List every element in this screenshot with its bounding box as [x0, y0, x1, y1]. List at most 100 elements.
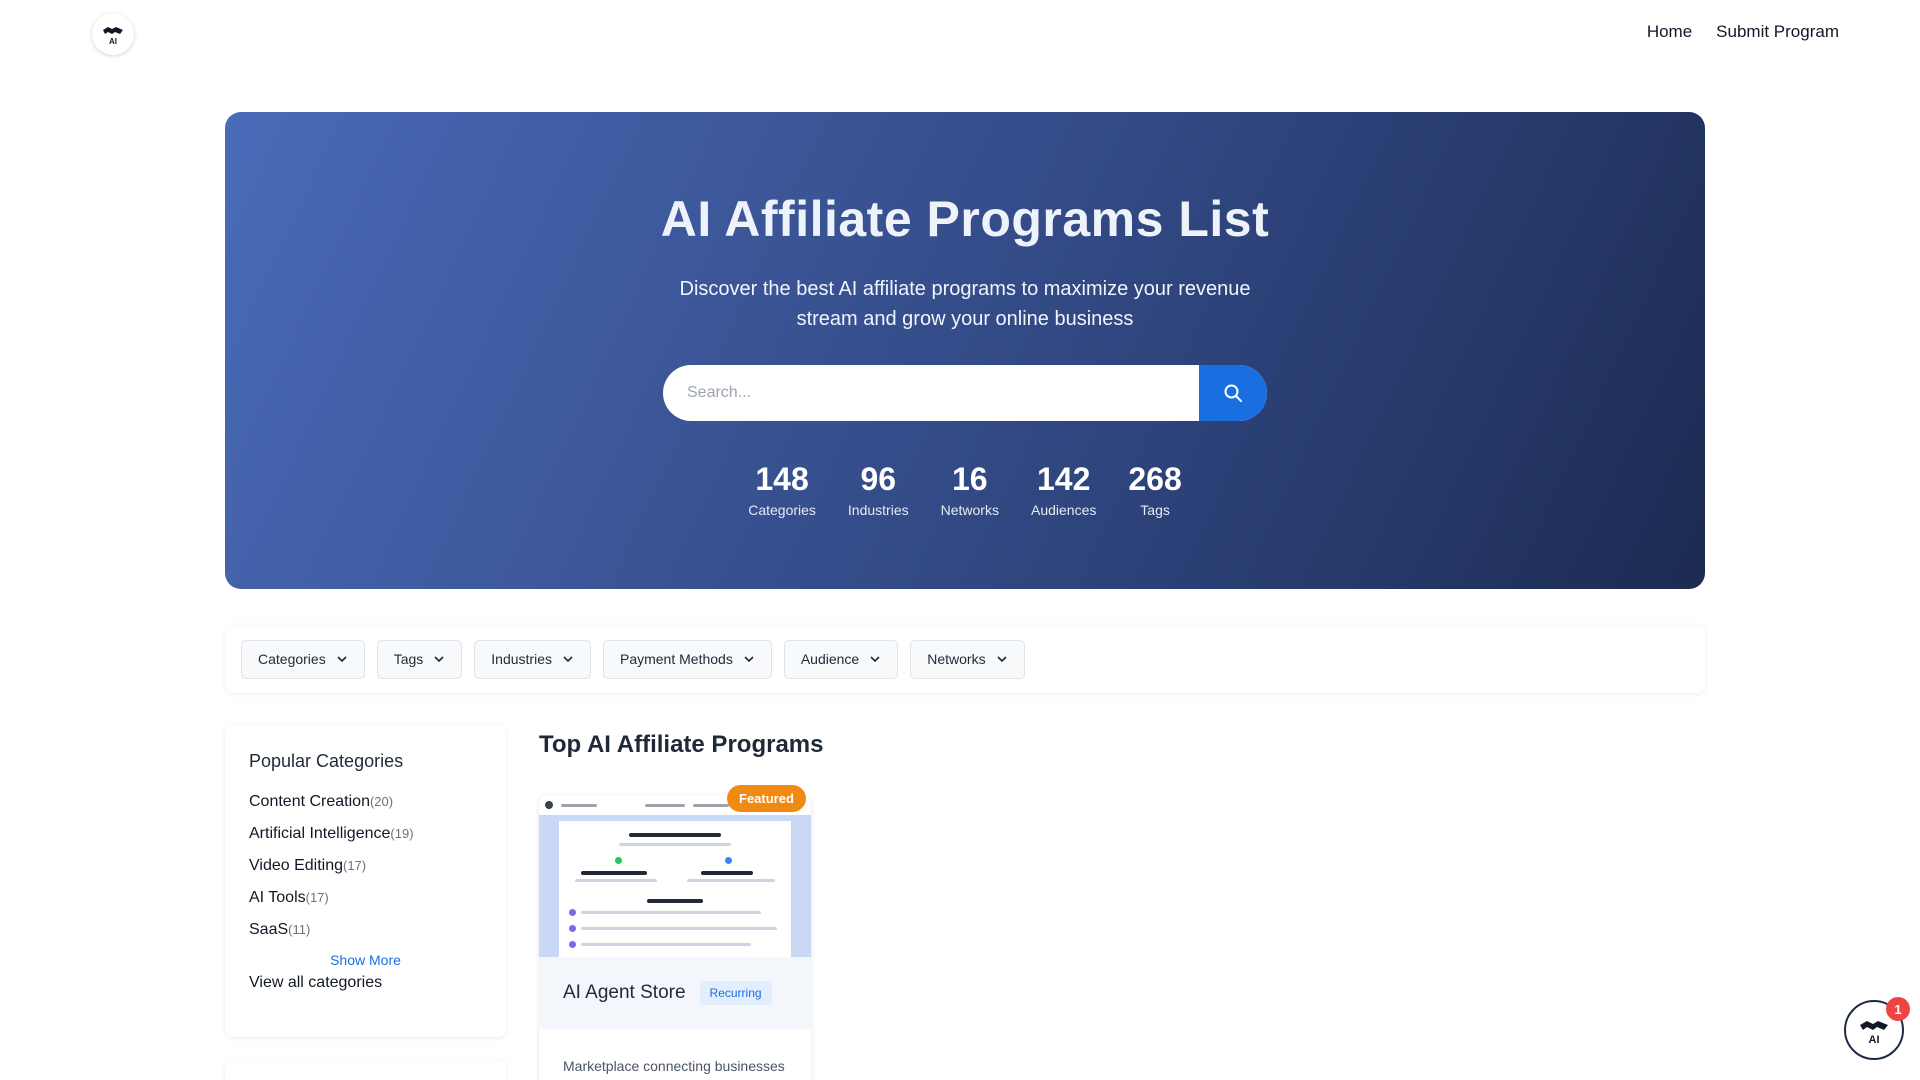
card-header: AI Agent Store Recurring — [539, 957, 811, 1029]
panel-title: Popular Categories — [249, 751, 404, 771]
stat-value: 96 — [860, 461, 897, 497]
filter-audience-dropdown[interactable]: Audience — [783, 639, 899, 679]
nav-home-link[interactable]: Home — [1647, 22, 1692, 42]
stat-value: 16 — [952, 461, 988, 497]
category-name: Video Editing — [249, 857, 343, 874]
stat-label: Tags — [1140, 502, 1170, 518]
stat-value: 268 — [1128, 461, 1182, 497]
category-name: Artificial Intelligence — [249, 825, 391, 842]
category-count: (17) — [343, 858, 367, 873]
stat-industries: 96 Industries — [848, 460, 909, 518]
secondary-sidebar-panel — [225, 1060, 506, 1080]
filter-label: Industries — [491, 651, 552, 667]
stat-label: Networks — [940, 502, 999, 518]
screenshot-text — [581, 871, 647, 875]
notification-badge: 1 — [1886, 997, 1910, 1021]
chevron-down-icon — [337, 656, 347, 663]
stat-tags: 268 Tags — [1128, 460, 1181, 518]
hero-subtitle-line-1: Discover the best AI affiliate programs … — [679, 278, 1251, 300]
filter-bar: Categories Tags Industries Payment Metho… — [225, 625, 1705, 693]
page-title: AI Affiliate Programs List — [660, 191, 1270, 247]
screenshot-icon — [615, 857, 622, 864]
stats-row: 148 Categories 96 Industries 16 Networks… — [225, 460, 1705, 518]
chevron-down-icon — [870, 656, 880, 663]
screenshot-text — [581, 911, 761, 914]
category-link-ai-tools[interactable]: AI Tools(17) — [249, 882, 482, 914]
program-description: Marketplace connecting businesses with s… — [563, 1058, 785, 1074]
program-screenshot — [539, 795, 811, 957]
stat-value: 148 — [755, 461, 809, 497]
stat-label: Industries — [847, 502, 909, 518]
filter-networks-dropdown[interactable]: Networks — [910, 639, 1025, 679]
chevron-down-icon — [434, 656, 444, 663]
chevron-down-icon — [744, 656, 754, 663]
popular-categories-panel: Popular Categories Content Creation(20) … — [225, 725, 506, 1037]
screenshot-text — [581, 927, 777, 930]
program-name[interactable]: AI Agent Store — [563, 982, 686, 1004]
screenshot-text — [575, 879, 657, 882]
category-link-artificial-intelligence[interactable]: Artificial Intelligence(19) — [249, 818, 482, 850]
category-link-saas[interactable]: SaaS(11) — [249, 914, 482, 946]
screenshot-text — [645, 803, 685, 807]
category-count: (11) — [288, 922, 311, 937]
category-link-video-editing[interactable]: Video Editing(17) — [249, 850, 482, 882]
filter-payment-methods-dropdown[interactable]: Payment Methods — [602, 639, 772, 679]
stat-networks: 16 Networks — [941, 460, 999, 518]
stat-label: Audiences — [1030, 502, 1097, 518]
handshake-logo-icon: AI — [1860, 1021, 1888, 1046]
screenshot-text — [647, 899, 703, 903]
program-card[interactable]: AI Agent Store Recurring Marketplace con… — [539, 795, 811, 1080]
filter-label: Tags — [393, 651, 424, 667]
svg-text:AI: AI — [109, 37, 117, 46]
screenshot-text — [581, 943, 751, 946]
filter-label: Networks — [927, 651, 986, 667]
stat-categories: 148 Categories — [748, 460, 816, 518]
chevron-down-icon — [563, 656, 573, 663]
hero-subtitle: Discover the best AI affiliate programs … — [225, 274, 1705, 334]
screenshot-text — [619, 843, 731, 846]
screenshot-icon — [569, 909, 576, 916]
chevron-down-icon — [997, 656, 1007, 663]
category-count: (17) — [305, 890, 329, 905]
screenshot-text — [687, 879, 775, 882]
show-more-link[interactable]: Show More — [249, 952, 482, 968]
filter-industries-dropdown[interactable]: Industries — [474, 639, 591, 679]
stat-value: 142 — [1036, 461, 1091, 497]
stat-audiences: 142 Audiences — [1031, 460, 1096, 518]
hero-subtitle-line-2: stream and grow your online business — [796, 308, 1134, 330]
stat-label: Categories — [748, 502, 816, 518]
search-input[interactable] — [663, 365, 1199, 421]
category-name: Content Creation — [249, 793, 370, 810]
top-navbar: AI Home Submit Program — [0, 0, 1920, 68]
screenshot-icon — [569, 941, 576, 948]
hero-banner: AI Affiliate Programs List Discover the … — [225, 112, 1705, 589]
screenshot-heading — [629, 833, 721, 837]
screenshot-content — [559, 821, 791, 957]
screenshot-icon — [725, 857, 732, 864]
category-link-content-creation[interactable]: Content Creation(20) — [249, 786, 482, 818]
section-title: Top AI Affiliate Programs — [539, 731, 824, 758]
view-all-categories-link[interactable]: View all categories — [249, 974, 482, 992]
featured-badge: Featured — [727, 785, 806, 812]
commission-type-tag: Recurring — [699, 981, 772, 1005]
search-button[interactable] — [1199, 365, 1267, 421]
filter-categories-dropdown[interactable]: Categories — [241, 639, 365, 679]
search-icon — [1224, 384, 1242, 402]
filter-label: Categories — [258, 651, 326, 667]
filter-tags-dropdown[interactable]: Tags — [376, 639, 463, 679]
screenshot-logo — [545, 801, 553, 809]
category-count: (19) — [390, 826, 414, 841]
category-name: AI Tools — [249, 889, 306, 906]
category-count: (20) — [369, 794, 394, 809]
svg-text:AI: AI — [1869, 1034, 1880, 1046]
nav-submit-program-link[interactable]: Submit Program — [1716, 22, 1839, 42]
screenshot-text — [561, 803, 597, 807]
main-nav: Home Submit Program — [1647, 22, 1839, 42]
filter-label: Payment Methods — [619, 651, 733, 667]
site-logo[interactable]: AI — [92, 13, 134, 55]
screenshot-icon — [569, 925, 576, 932]
screenshot-text — [701, 871, 753, 875]
category-name: SaaS — [249, 921, 289, 938]
screenshot-text — [693, 803, 729, 807]
filter-label: Audience — [800, 651, 860, 667]
